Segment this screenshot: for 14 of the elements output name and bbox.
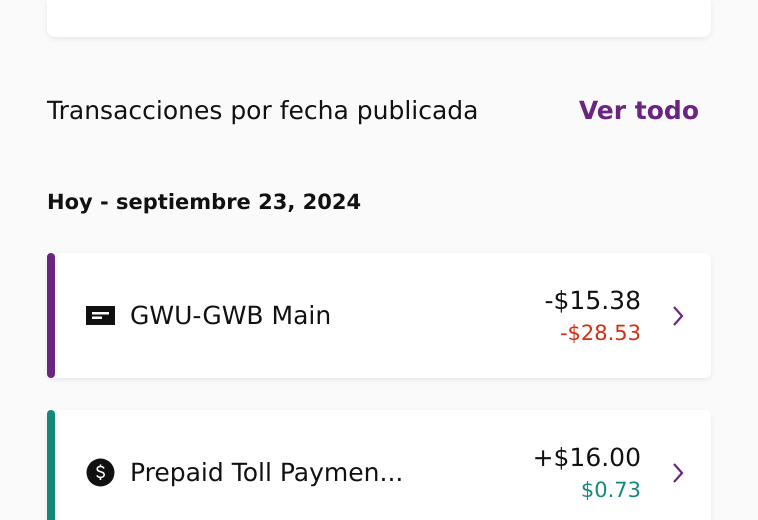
view-all-link[interactable]: Ver todo <box>578 96 699 124</box>
transaction-name: GWU-GWB Main <box>130 301 332 330</box>
balance-amount: -$28.53 <box>560 321 641 345</box>
transaction-card[interactable]: GWU-GWB Main -$15.38 -$28.53 <box>47 253 711 378</box>
transaction-amount: -$15.38 <box>544 286 641 315</box>
date-heading: Hoy - septiembre 23, 2024 <box>47 190 362 214</box>
transaction-card[interactable]: Prepaid Toll Paymen... +$16.00 $0.73 <box>47 410 711 520</box>
chevron-right-icon <box>671 304 685 328</box>
section-title: Transacciones por fecha publicada <box>47 96 478 124</box>
transaction-amount: +$16.00 <box>532 443 641 472</box>
transaction-name: Prepaid Toll Paymen... <box>130 458 404 487</box>
balance-amount: $0.73 <box>580 478 641 502</box>
chevron-right-icon <box>671 460 685 484</box>
dollar-icon <box>86 458 115 487</box>
